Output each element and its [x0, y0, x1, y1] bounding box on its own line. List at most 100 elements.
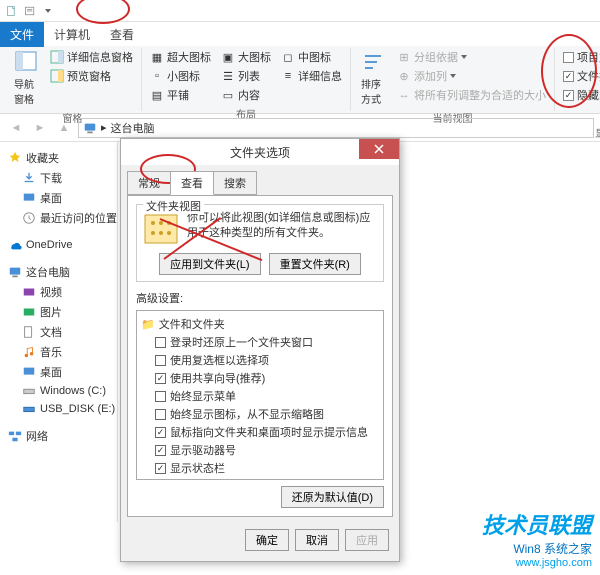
autosize-button[interactable]: ↔将所有列调整为合适的大小: [395, 86, 548, 104]
dialog-footer: 确定 取消 应用: [121, 523, 399, 561]
reset-folders-button[interactable]: 重置文件夹(R): [269, 253, 361, 275]
sidebar-documents[interactable]: 文档: [0, 322, 117, 342]
adv-checkbox-item[interactable]: 登录时还原上一个文件夹窗口: [141, 333, 379, 351]
folder-options-dialog: 文件夹选项 常规 查看 搜索 文件夹视图 你可以将此视图(如详细信息或图标)应用…: [120, 138, 400, 562]
layout-details[interactable]: ≡详细信息: [279, 67, 344, 85]
layout-list[interactable]: ☰列表: [219, 67, 273, 85]
sidebar-pictures[interactable]: 图片: [0, 302, 117, 322]
ribbon-group-panes: 导航窗格 详细信息窗格 预览窗格 窗格: [4, 48, 142, 111]
dialog-close-button[interactable]: [359, 139, 399, 159]
folder-views-text: 你可以将此视图(如详细信息或图标)应用于这种类型的所有文件夹。: [187, 211, 377, 242]
star-icon: [8, 151, 22, 165]
sidebar-desktop[interactable]: 桌面: [0, 188, 117, 208]
dialog-tab-general[interactable]: 常规: [127, 171, 171, 195]
sidebar-downloads[interactable]: 下载: [0, 168, 117, 188]
adv-checkbox-item[interactable]: 显示驱动器号: [141, 441, 379, 459]
adv-checkbox-item[interactable]: 使用复选框以选择项: [141, 351, 379, 369]
adv-checkbox-item[interactable]: 始终显示菜单: [141, 387, 379, 405]
adv-checkbox-item[interactable]: 鼠标指向文件夹和桌面项时显示提示信息: [141, 423, 379, 441]
hidden-items-toggle[interactable]: 隐藏的项目: [561, 86, 600, 104]
addcol-button[interactable]: ⊕添加列: [395, 67, 548, 85]
dialog-tab-view[interactable]: 查看: [170, 171, 214, 195]
adv-checkbox-item[interactable]: 始终显示图标，从不显示缩略图: [141, 405, 379, 423]
watermark: 技术员联盟 Win8 系统之家 www.jsgho.com: [482, 508, 592, 569]
dialog-tab-search[interactable]: 搜索: [213, 171, 257, 195]
ok-button[interactable]: 确定: [245, 529, 289, 551]
sidebar-recent[interactable]: 最近访问的位置: [0, 208, 117, 228]
item-checkboxes-toggle[interactable]: 项目复选框: [561, 48, 600, 66]
advanced-settings-list[interactable]: 📁文件和文件夹登录时还原上一个文件夹窗口使用复选框以选择项使用共享向导(推荐)始…: [136, 310, 384, 480]
preview-pane-button[interactable]: 预览窗格: [48, 67, 135, 85]
adv-item-label: 显示状态栏: [170, 460, 225, 476]
adv-checkbox-item[interactable]: 使用共享向导(推荐): [141, 369, 379, 387]
nav-pane-button[interactable]: 导航窗格: [10, 48, 42, 108]
layout-content[interactable]: ▭内容: [219, 86, 273, 104]
qat-properties-icon[interactable]: [22, 3, 38, 19]
checkbox-icon: [155, 463, 166, 474]
tab-view[interactable]: 查看: [100, 22, 144, 47]
folder-views-legend: 文件夹视图: [143, 198, 204, 214]
tab-computer[interactable]: 计算机: [44, 22, 100, 47]
nav-back[interactable]: ◄: [6, 118, 26, 138]
qat-file-icon[interactable]: [4, 3, 20, 19]
sort-button[interactable]: 排序方式: [357, 48, 389, 108]
breadcrumb[interactable]: ▸ 这台电脑: [78, 118, 594, 138]
download-icon: [22, 171, 36, 185]
folder-icon: 📁: [141, 318, 155, 331]
desktop-icon: [22, 365, 36, 379]
layout-lg[interactable]: ▣大图标: [219, 48, 273, 66]
layout-sm[interactable]: ▫小图标: [148, 67, 213, 85]
nav-forward[interactable]: ►: [30, 118, 50, 138]
sidebar-cdrive[interactable]: Windows (C:): [0, 382, 117, 400]
checkbox-icon: [155, 409, 166, 420]
adv-item-label: 使用复选框以选择项: [170, 352, 269, 368]
checkbox-icon: [155, 337, 166, 348]
apply-button[interactable]: 应用: [345, 529, 389, 551]
sidebar-onedrive[interactable]: OneDrive: [0, 236, 117, 254]
details-pane-button[interactable]: 详细信息窗格: [48, 48, 135, 66]
sidebar-videos[interactable]: 视频: [0, 282, 117, 302]
nav-up[interactable]: ▲: [54, 118, 74, 138]
dialog-title: 文件夹选项: [230, 144, 290, 161]
tab-file[interactable]: 文件: [0, 22, 44, 47]
checkbox-icon: [155, 445, 166, 456]
recent-icon: [22, 211, 36, 225]
sidebar-desktop2[interactable]: 桌面: [0, 362, 117, 382]
dialog-title-bar: 文件夹选项: [121, 139, 399, 165]
sidebar-usb[interactable]: USB_DISK (E:): [0, 400, 117, 418]
adv-item-label: 鼠标指向文件夹和桌面项时显示提示信息: [170, 424, 368, 440]
adv-checkbox-item[interactable]: 隐藏空的驱动器: [141, 477, 379, 480]
adv-checkbox-item[interactable]: 显示状态栏: [141, 459, 379, 477]
sidebar-thispc[interactable]: 这台电脑: [0, 262, 117, 282]
music-icon: [22, 345, 36, 359]
videos-icon: [22, 285, 36, 299]
adv-header: 📁文件和文件夹: [141, 315, 379, 333]
ribbon-group-current: 排序方式 ⊞分组依据 ⊕添加列 ↔将所有列调整为合适的大小 当前视图: [351, 48, 555, 111]
adv-item-label: 始终显示图标，从不显示缩略图: [170, 406, 324, 422]
cancel-button[interactable]: 取消: [295, 529, 339, 551]
usb-icon: [22, 402, 36, 416]
groupby-button[interactable]: ⊞分组依据: [395, 48, 548, 66]
pc-icon: [8, 265, 22, 279]
dialog-tabs: 常规 查看 搜索: [121, 165, 399, 195]
adv-item-label: 登录时还原上一个文件夹窗口: [170, 334, 313, 350]
network-icon: [8, 429, 22, 443]
advanced-label: 高级设置:: [136, 290, 384, 306]
sidebar-music[interactable]: 音乐: [0, 342, 117, 362]
restore-defaults-button[interactable]: 还原为默认值(D): [281, 486, 384, 508]
ribbon-group-layout: ▦超大图标 ▫小图标 ▤平铺 ▣大图标 ☰列表 ▭内容 ◻中图标 ≡详细信息 布…: [142, 48, 351, 111]
breadcrumb-root: 这台电脑: [111, 120, 155, 136]
apply-to-folders-button[interactable]: 应用到文件夹(L): [159, 253, 260, 275]
onedrive-icon: [8, 238, 22, 252]
ribbon-tabs: 文件 计算机 查看: [0, 22, 600, 46]
qat-dropdown-icon[interactable]: [40, 3, 56, 19]
computer-icon: [83, 121, 97, 135]
sidebar-network[interactable]: 网络: [0, 426, 117, 446]
watermark-big: 技术员联盟: [482, 508, 592, 540]
layout-tiles[interactable]: ▤平铺: [148, 86, 213, 104]
dialog-body: 文件夹视图 你可以将此视图(如详细信息或图标)应用于这种类型的所有文件夹。 应用…: [127, 195, 393, 517]
layout-md[interactable]: ◻中图标: [279, 48, 344, 66]
layout-xl[interactable]: ▦超大图标: [148, 48, 213, 66]
sidebar-favorites[interactable]: 收藏夹: [0, 148, 117, 168]
file-ext-toggle[interactable]: 文件扩展名: [561, 67, 600, 85]
